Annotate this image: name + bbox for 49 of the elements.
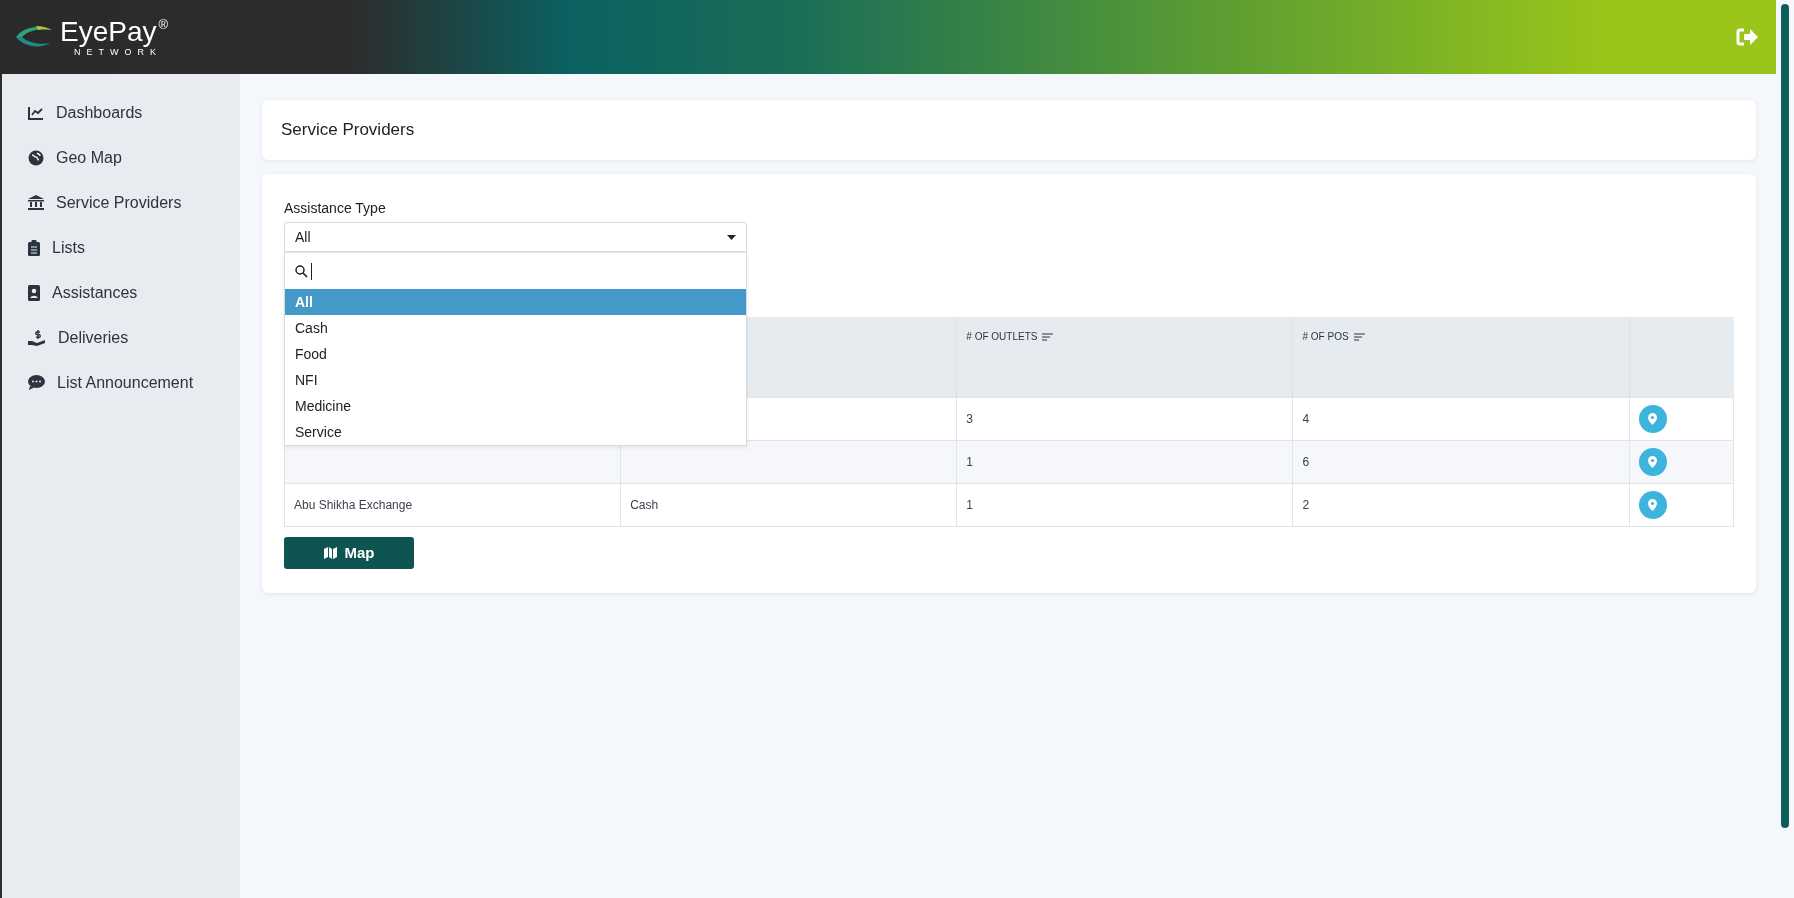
table-cell: Cash bbox=[620, 483, 957, 526]
table-cell: 1 bbox=[956, 440, 1293, 483]
speech-bubble-icon bbox=[28, 375, 45, 390]
field-label: Assistance Type bbox=[284, 200, 387, 216]
column-heading: # OF OUTLETS bbox=[966, 331, 1038, 342]
dropdown-option[interactable]: Service bbox=[285, 419, 746, 445]
sidebar-item[interactable]: Deliveries bbox=[2, 315, 240, 360]
table-cell: 2 bbox=[1292, 483, 1630, 526]
line-chart-icon bbox=[28, 105, 44, 120]
table-cell: 4 bbox=[1292, 397, 1630, 440]
sidebar-item[interactable]: Assistances bbox=[2, 270, 240, 315]
column-heading: # OF POS bbox=[1302, 331, 1349, 342]
sidebar-item[interactable]: Service Providers bbox=[2, 180, 240, 225]
scrollbar-thumb[interactable] bbox=[1781, 4, 1789, 828]
dropdown-option[interactable]: Cash bbox=[285, 315, 746, 341]
clipboard-icon bbox=[28, 239, 40, 256]
assistance-type-select[interactable]: All bbox=[284, 222, 747, 252]
map-button[interactable]: Map bbox=[284, 536, 414, 569]
brand-name: EyePay bbox=[60, 17, 157, 47]
map-pin-icon bbox=[1648, 455, 1658, 468]
caret-icon bbox=[727, 234, 736, 240]
sort-icon[interactable] bbox=[1042, 332, 1054, 341]
table-cell: 3 bbox=[956, 397, 1293, 440]
table-cell: 1 bbox=[956, 483, 1293, 526]
registered-mark: ® bbox=[158, 17, 169, 32]
map-pin-icon bbox=[1648, 498, 1658, 511]
map-pin-icon bbox=[1648, 412, 1658, 425]
id-badge-icon bbox=[28, 284, 40, 301]
globe-icon bbox=[28, 149, 44, 166]
search-icon bbox=[295, 264, 308, 278]
table-cell: 6 bbox=[1292, 440, 1630, 483]
hand-coin-icon bbox=[28, 329, 46, 346]
dropdown-option[interactable]: NFI bbox=[285, 367, 746, 393]
bank-icon bbox=[28, 195, 44, 210]
sidebar-item[interactable]: Dashboards bbox=[2, 90, 240, 135]
logout-button[interactable] bbox=[1736, 28, 1758, 46]
location-pin-button[interactable] bbox=[1638, 447, 1667, 476]
dropdown-option[interactable]: Food bbox=[285, 341, 746, 367]
page-title: Service Providers bbox=[281, 120, 416, 140]
sort-icon[interactable] bbox=[1353, 332, 1365, 341]
location-pin-button[interactable] bbox=[1638, 490, 1667, 519]
sidebar-item[interactable]: List Announcement bbox=[2, 360, 240, 405]
table-cell: Abu Shikha Exchange bbox=[284, 483, 621, 526]
dropdown-option[interactable]: Medicine bbox=[285, 393, 746, 419]
map-icon bbox=[323, 546, 337, 559]
brand-tagline: NETWORK bbox=[74, 47, 163, 57]
location-pin-button[interactable] bbox=[1638, 404, 1667, 433]
sidebar-item[interactable]: Geo Map bbox=[2, 135, 240, 180]
sidebar-item[interactable]: Lists bbox=[2, 225, 240, 270]
